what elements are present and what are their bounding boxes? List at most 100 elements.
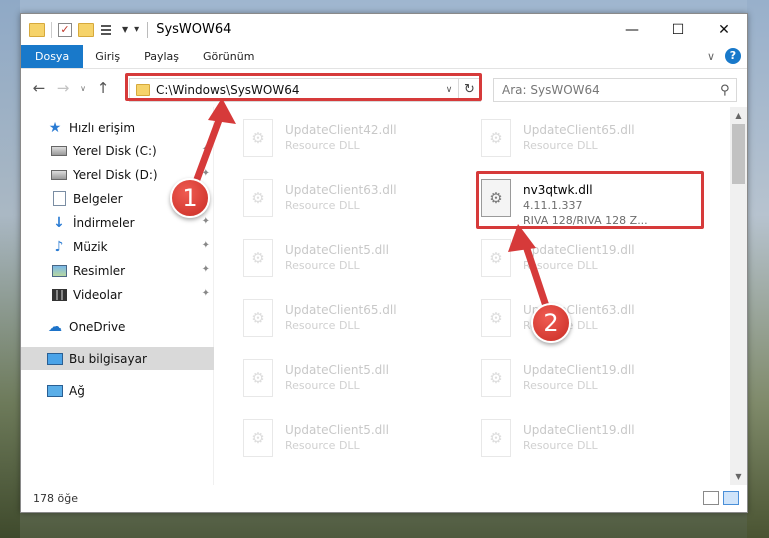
file-description: Resource DLL: [285, 259, 360, 272]
sidebar-item-pictures[interactable]: Resimler ✦: [21, 259, 214, 282]
dll-file-icon: ⚙: [481, 299, 511, 337]
forward-arrow-icon[interactable]: →: [51, 79, 75, 97]
sidebar-item-disk-c[interactable]: Yerel Disk (C:) ✦: [21, 139, 214, 162]
tab-gorunum[interactable]: Görünüm: [191, 45, 266, 68]
chevron-down-icon[interactable]: ▼: [122, 25, 128, 34]
file-item[interactable]: ⚙ UpdateClient5.dll Resource DLL: [243, 239, 463, 285]
file-name: UpdateClient63.dll: [285, 183, 397, 197]
file-name: UpdateClient19.dll: [523, 363, 635, 377]
tab-paylas[interactable]: Paylaş: [132, 45, 191, 68]
search-box[interactable]: Ara: SysWOW64 ⚲: [493, 78, 737, 102]
documents-icon: [51, 191, 67, 206]
back-arrow-icon[interactable]: ←: [27, 79, 51, 97]
details-view-icon[interactable]: [703, 491, 719, 505]
new-folder-icon[interactable]: [78, 22, 94, 37]
toolbar-divider: [51, 21, 52, 38]
network-icon: [47, 384, 63, 398]
file-item[interactable]: ⚙ UpdateClient42.dll Resource DLL: [243, 119, 463, 165]
scroll-down-icon[interactable]: ▼: [730, 468, 747, 485]
pin-icon[interactable]: ✦: [202, 168, 210, 179]
file-item[interactable]: ⚙ UpdateClient19.dll Resource DLL: [481, 419, 701, 465]
dll-file-icon: ⚙: [243, 239, 273, 277]
search-input[interactable]: Ara: SysWOW64: [494, 83, 714, 97]
scrollbar-thumb[interactable]: [732, 124, 745, 184]
downloads-icon: ↓: [53, 214, 65, 231]
pin-icon[interactable]: ✦: [202, 144, 210, 155]
pictures-icon: [51, 264, 67, 278]
ribbon-tabs: Dosya Giriş Paylaş Görünüm ∨ ?: [21, 45, 747, 69]
sidebar-item-label: Ağ: [69, 383, 85, 398]
customize-toolbar-icon[interactable]: ▾: [134, 24, 139, 35]
dll-file-icon: ⚙: [243, 119, 273, 157]
dll-file-icon: ⚙: [243, 419, 273, 457]
recent-locations-icon[interactable]: ∨: [75, 84, 91, 93]
file-name: UpdateClient5.dll: [285, 423, 389, 437]
computer-icon: [47, 352, 63, 366]
pin-icon[interactable]: ✦: [202, 288, 210, 299]
step-1-badge: 1: [170, 178, 210, 218]
address-row: ← → ∨ ↑ C:\Windows\SysWOW64 ∨ ↻ Ara: Sys…: [21, 69, 747, 107]
quick-access-toolbar: ✓ ▼ ▾ SysWOW64: [21, 21, 232, 38]
refresh-icon[interactable]: ↻: [458, 79, 480, 101]
vertical-scrollbar[interactable]: ▲ ▼: [730, 107, 747, 485]
file-item[interactable]: ⚙ UpdateClient5.dll Resource DLL: [243, 419, 463, 465]
window-title: SysWOW64: [156, 22, 232, 37]
pin-icon[interactable]: ✦: [202, 216, 210, 227]
maximize-button[interactable]: ☐: [655, 14, 701, 45]
sidebar-item-this-pc[interactable]: Bu bilgisayar: [21, 347, 214, 370]
tab-giris[interactable]: Giriş: [83, 45, 132, 68]
dll-file-icon: ⚙: [481, 359, 511, 397]
file-item-nv3qtwk[interactable]: ⚙ nv3qtwk.dll 4.11.1.337 RIVA 128/RIVA 128…: [481, 179, 701, 227]
title-bar: ✓ ▼ ▾ SysWOW64 — ☐ ✕: [21, 14, 747, 45]
sidebar-item-label: İndirmeler: [73, 215, 135, 230]
sidebar-item-videos[interactable]: Videolar ✦: [21, 283, 214, 306]
properties-check-icon[interactable]: ✓: [58, 22, 72, 37]
file-item[interactable]: ⚙ UpdateClient65.dll Resource DLL: [243, 299, 463, 345]
file-name: UpdateClient65.dll: [285, 303, 397, 317]
close-button[interactable]: ✕: [701, 14, 747, 45]
address-history-icon[interactable]: ∨: [440, 85, 458, 95]
pin-icon[interactable]: ✦: [202, 264, 210, 275]
file-item[interactable]: ⚙ UpdateClient5.dll Resource DLL: [243, 359, 463, 405]
expand-ribbon-icon[interactable]: ∨: [707, 50, 715, 63]
file-description: Resource DLL: [285, 139, 360, 152]
pin-icon[interactable]: ✦: [202, 240, 210, 251]
sidebar-item-music[interactable]: ♪ Müzik ✦: [21, 235, 214, 258]
file-item[interactable]: ⚙ UpdateClient19.dll Resource DLL: [481, 359, 701, 405]
tab-dosya[interactable]: Dosya: [21, 45, 84, 68]
sidebar-item-label: Müzik: [73, 239, 108, 254]
scroll-up-icon[interactable]: ▲: [730, 107, 747, 124]
file-description: Resource DLL: [523, 139, 598, 152]
file-item[interactable]: ⚙ UpdateClient65.dll Resource DLL: [481, 119, 701, 165]
sidebar-item-network[interactable]: Ağ: [21, 379, 214, 402]
music-icon: ♪: [54, 238, 64, 255]
file-list: ⚙ UpdateClient42.dll Resource DLL ⚙ Updat…: [215, 107, 729, 485]
help-icon[interactable]: ?: [725, 48, 741, 64]
file-description: Resource DLL: [523, 379, 598, 392]
folder-icon: [29, 22, 45, 37]
up-arrow-icon[interactable]: ↑: [91, 79, 115, 97]
file-description: Resource DLL: [523, 259, 598, 272]
dll-file-icon: ⚙: [481, 179, 511, 217]
file-item[interactable]: ⚙ UpdateClient63.dllResource DLL: [481, 299, 701, 345]
file-name: UpdateClient42.dll: [285, 123, 397, 137]
tiles-view-icon[interactable]: [723, 491, 739, 505]
minimize-button[interactable]: —: [609, 14, 655, 45]
desktop-wallpaper-left: [0, 0, 20, 538]
dll-file-icon: ⚙: [481, 119, 511, 157]
sidebar-item-onedrive[interactable]: ☁ OneDrive: [21, 315, 214, 338]
file-item[interactable]: ⚙ UpdateClient19.dll Resource DLL: [481, 239, 701, 285]
file-description: Resource DLL: [523, 439, 598, 452]
file-item[interactable]: ⚙ UpdateClient63.dllResource DLL: [243, 179, 463, 225]
address-bar[interactable]: C:\Windows\SysWOW64 ∨ ↻: [129, 78, 481, 102]
navigation-pane: ★ Hızlı erişim Yerel Disk (C:) ✦ Yerel D…: [21, 107, 214, 485]
list-properties-icon[interactable]: [100, 23, 116, 37]
search-icon[interactable]: ⚲: [714, 83, 736, 98]
sidebar-item-label: Resimler: [73, 263, 126, 278]
sidebar-item-quick-access[interactable]: ★ Hızlı erişim: [21, 116, 214, 139]
desktop-wallpaper-right: [747, 0, 769, 538]
file-name: UpdateClient65.dll: [523, 123, 635, 137]
address-path[interactable]: C:\Windows\SysWOW64: [156, 83, 440, 97]
file-name: UpdateClient19.dll: [523, 243, 635, 257]
folder-icon: [136, 84, 150, 96]
